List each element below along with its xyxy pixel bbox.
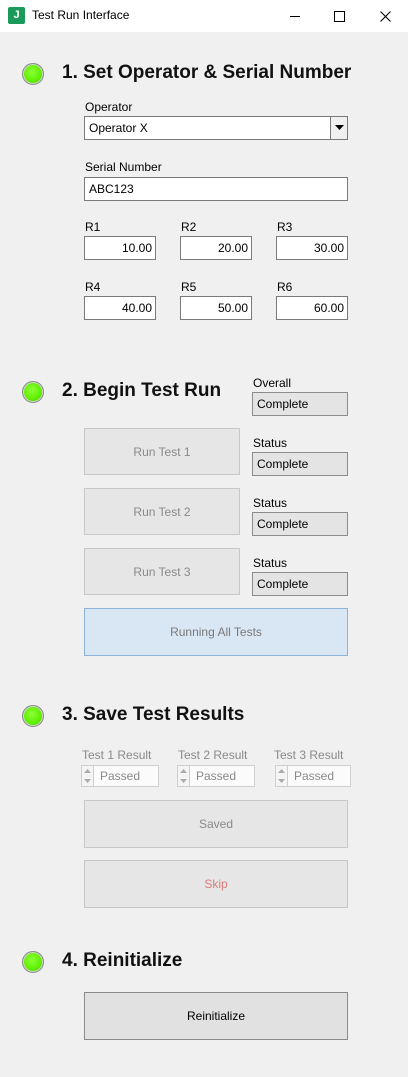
minimize-icon: [290, 16, 300, 17]
close-icon: [379, 10, 391, 22]
section3-heading: 3. Save Test Results: [62, 704, 245, 725]
section1-heading: 1. Set Operator & Serial Number: [62, 62, 352, 83]
test-1-status-label: Status: [253, 436, 288, 450]
save-results-button[interactable]: Saved: [84, 800, 348, 848]
section4-heading: 4. Reinitialize: [62, 950, 183, 971]
save-results-label: Saved: [198, 817, 234, 831]
r5-label: R5: [181, 280, 197, 294]
run-test-2-button[interactable]: Run Test 2: [84, 488, 240, 535]
r4-label: R4: [85, 280, 101, 294]
run-test-1-button[interactable]: Run Test 1: [84, 428, 240, 475]
r3-input[interactable]: 30.00: [276, 236, 348, 260]
run-all-tests-label: Running All Tests: [170, 625, 262, 639]
r6-input[interactable]: 60.00: [276, 296, 348, 320]
spin-down-icon[interactable]: [178, 776, 189, 786]
operator-dropdown-button[interactable]: [330, 117, 347, 139]
run-test-2-label: Run Test 2: [133, 504, 191, 519]
r4-input[interactable]: 40.00: [84, 296, 156, 320]
r2-label: R2: [181, 220, 197, 234]
reinitialize-button[interactable]: Reinitialize: [84, 992, 348, 1040]
reinitialize-label: Reinitialize: [186, 1009, 246, 1023]
operator-select-value: Operator X: [89, 121, 148, 135]
serial-number-input[interactable]: ABC123: [84, 177, 348, 201]
skip-label: Skip: [204, 877, 228, 891]
test-3-status-field: Complete: [252, 572, 348, 596]
window-title: Test Run Interface: [32, 8, 130, 22]
test-2-status-field: Complete: [252, 512, 348, 536]
test-2-status-label: Status: [253, 496, 288, 510]
test-2-result-label: Test 2 Result: [178, 748, 248, 762]
r5-input[interactable]: 50.00: [180, 296, 252, 320]
test-2-result-field[interactable]: Passed: [189, 765, 255, 787]
r1-input[interactable]: 10.00: [84, 236, 156, 260]
maximize-icon: [333, 10, 345, 22]
maximize-button[interactable]: [316, 0, 362, 32]
overall-status-field: Complete: [252, 392, 348, 416]
minimize-button[interactable]: [272, 0, 318, 32]
section2-status-led-icon: [22, 381, 44, 403]
chevron-down-icon: [334, 125, 344, 130]
section4-status-led-icon: [22, 951, 44, 973]
operator-select[interactable]: Operator X: [84, 116, 348, 140]
spin-up-icon[interactable]: [178, 766, 189, 776]
r1-label: R1: [85, 220, 101, 234]
serial-number-label: Serial Number: [85, 160, 162, 174]
section2-heading: 2. Begin Test Run: [62, 380, 222, 401]
test-1-result-label: Test 1 Result: [82, 748, 152, 762]
run-all-tests-button[interactable]: Running All Tests: [84, 608, 348, 656]
skip-button[interactable]: Skip: [84, 860, 348, 908]
spin-up-icon[interactable]: [82, 766, 93, 776]
r3-label: R3: [277, 220, 293, 234]
test-3-status-label: Status: [253, 556, 288, 570]
app-icon: J: [8, 7, 25, 24]
spin-up-icon[interactable]: [276, 766, 287, 776]
test-1-status-field: Complete: [252, 452, 348, 476]
section3-status-led-icon: [22, 705, 44, 727]
r2-input[interactable]: 20.00: [180, 236, 252, 260]
r6-label: R6: [277, 280, 293, 294]
test-3-result-field[interactable]: Passed: [287, 765, 351, 787]
section1-status-led-icon: [22, 63, 44, 85]
operator-label: Operator: [85, 100, 133, 114]
close-button[interactable]: [362, 0, 408, 32]
run-test-3-button[interactable]: Run Test 3: [84, 548, 240, 595]
test-1-result-field[interactable]: Passed: [93, 765, 159, 787]
spin-down-icon[interactable]: [276, 776, 287, 786]
spin-down-icon[interactable]: [82, 776, 93, 786]
title-bar: J Test Run Interface: [0, 0, 408, 32]
test-3-result-label: Test 3 Result: [274, 748, 344, 762]
run-test-3-label: Run Test 3: [133, 564, 191, 579]
overall-label: Overall: [253, 376, 292, 390]
run-test-1-label: Run Test 1: [133, 444, 191, 459]
